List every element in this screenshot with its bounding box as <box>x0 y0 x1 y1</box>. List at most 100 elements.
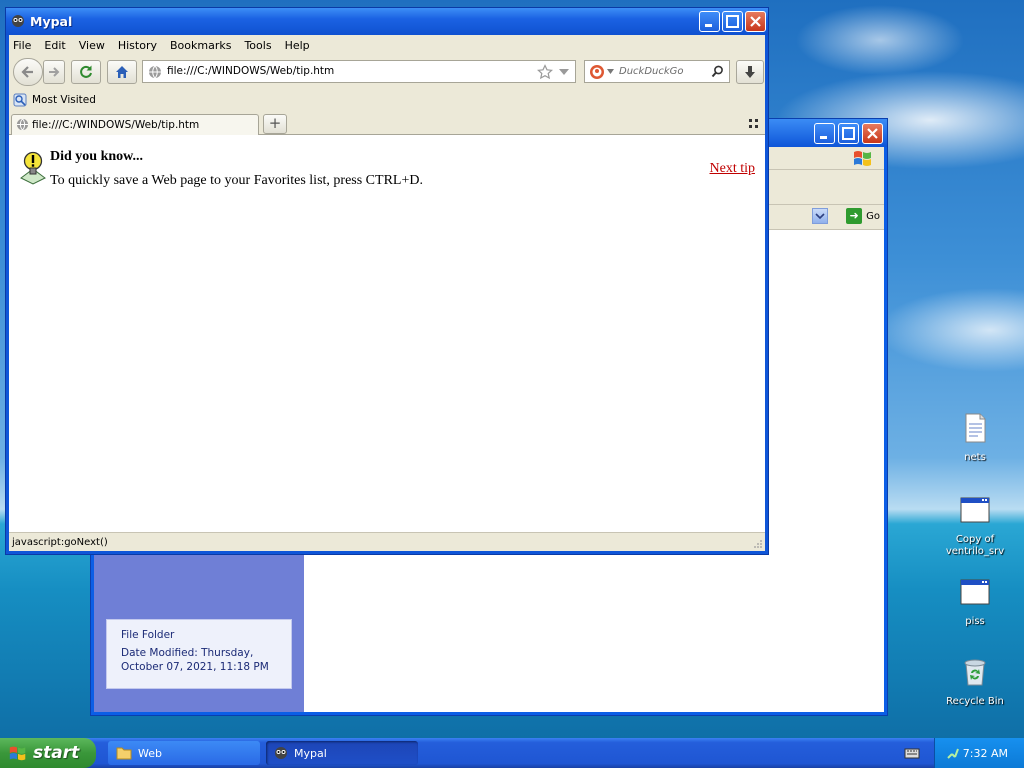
start-label: start <box>33 743 80 763</box>
bookmark-star-icon[interactable] <box>537 64 553 80</box>
forward-button[interactable] <box>43 60 65 84</box>
clock[interactable]: 7:32 AM <box>963 747 1008 760</box>
navigation-toolbar: file:///C:/WINDOWS/Web/tip.htm DuckDuckG… <box>9 55 765 89</box>
resize-grip-icon[interactable] <box>753 539 763 549</box>
chevron-down-icon <box>815 213 825 220</box>
minimize-icon <box>705 24 712 27</box>
menu-help[interactable]: Help <box>285 39 310 52</box>
application-window-icon <box>960 497 990 523</box>
globe-icon <box>149 65 161 79</box>
menu-view[interactable]: View <box>79 39 105 52</box>
downloads-button[interactable] <box>736 60 764 84</box>
page-content: Did you know... To quickly save a Web pa… <box>9 135 765 533</box>
url-dropdown-icon[interactable] <box>558 67 570 77</box>
search-bar[interactable]: DuckDuckGo <box>584 60 730 83</box>
desktop-icon-recycle-bin[interactable]: Recycle Bin <box>935 656 1015 708</box>
desktop-icon-label: Copy of ventrilo_srv <box>945 534 1005 557</box>
menu-bookmarks[interactable]: Bookmarks <box>170 39 231 52</box>
desktop-icon-ventrilo[interactable]: Copy of ventrilo_srv <box>935 494 1015 558</box>
desktop-icon-label: nets <box>964 452 986 463</box>
tab-tip[interactable]: file:///C:/WINDOWS/Web/tip.htm <box>11 114 259 135</box>
url-text: file:///C:/WINDOWS/Web/tip.htm <box>167 65 335 77</box>
windows-flag-icon <box>9 746 26 761</box>
mypal-app-icon <box>12 15 24 27</box>
bookmarks-toolbar: Most Visited <box>9 89 765 111</box>
most-visited-icon <box>13 93 27 107</box>
tip-heading: Did you know... <box>50 149 143 164</box>
taskbar-button-mypal[interactable]: Mypal <box>266 741 418 765</box>
taskbar-button-web[interactable]: Web <box>108 741 260 765</box>
search-icon[interactable] <box>711 65 724 78</box>
reload-icon <box>80 65 92 78</box>
tip-text: To quickly save a Web page to your Favor… <box>50 173 423 188</box>
mypal-browser-window[interactable]: Mypal File Edit View History Bookmarks T… <box>5 7 769 555</box>
menu-file[interactable]: File <box>13 39 31 52</box>
desktop-icon-label: Recycle Bin <box>946 696 1004 707</box>
taskbar: start Web Mypal 7:32 AM <box>0 738 1024 768</box>
search-engine-dropdown-icon <box>607 69 614 74</box>
home-icon <box>116 66 128 78</box>
desktop: nets Copy of ventrilo_srv piss Recycle B… <box>0 0 1024 738</box>
details-panel: File Folder Date Modified: Thursday, Oct… <box>106 619 292 689</box>
keyboard-icon[interactable] <box>904 746 920 760</box>
system-tray: 7:32 AM <box>934 738 1024 768</box>
go-button[interactable]: ➜ Go <box>846 207 880 225</box>
globe-icon <box>16 118 29 131</box>
mypal-app-icon <box>275 747 287 759</box>
details-date-modified: Date Modified: Thursday, October 07, 202… <box>121 647 269 673</box>
search-placeholder: DuckDuckGo <box>619 66 684 77</box>
tab-strip: file:///C:/WINDOWS/Web/tip.htm + <box>9 111 765 135</box>
maximize-icon <box>726 15 739 28</box>
application-window-icon <box>960 579 990 605</box>
taskbar-button-label: Mypal <box>294 746 327 760</box>
address-dropdown-button[interactable] <box>812 208 828 224</box>
reload-button[interactable] <box>71 60 101 84</box>
folder-icon <box>116 747 132 760</box>
next-tip-link[interactable]: Next tip <box>710 161 756 177</box>
home-button[interactable] <box>107 60 137 84</box>
explorer-maximize-button[interactable] <box>838 123 859 144</box>
network-tray-icon[interactable] <box>945 745 961 761</box>
new-tab-button[interactable]: + <box>263 114 287 134</box>
text-file-icon <box>965 413 986 443</box>
browser-menubar: File Edit View History Bookmarks Tools H… <box>9 35 765 55</box>
window-title: Mypal <box>30 14 73 29</box>
menu-tools[interactable]: Tools <box>244 39 271 52</box>
desktop-icon-piss[interactable]: piss <box>935 576 1015 628</box>
duckduckgo-icon[interactable] <box>589 64 605 80</box>
minimize-button[interactable] <box>699 11 720 32</box>
windows-flag-icon <box>854 151 871 166</box>
close-icon <box>750 16 761 27</box>
most-visited-link[interactable]: Most Visited <box>32 94 96 106</box>
go-label: Go <box>866 210 880 222</box>
desktop-icon-nets[interactable]: nets <box>935 412 1015 464</box>
recycle-bin-icon <box>964 659 986 686</box>
maximize-button[interactable] <box>722 11 743 32</box>
minimize-icon <box>820 136 827 139</box>
tab-groups-icon[interactable] <box>749 119 759 129</box>
download-arrow-icon <box>745 66 755 78</box>
status-text: javascript:goNext() <box>12 536 108 548</box>
menu-history[interactable]: History <box>118 39 157 52</box>
close-button[interactable] <box>745 11 766 32</box>
explorer-minimize-button[interactable] <box>814 123 835 144</box>
browser-titlebar[interactable]: Mypal <box>6 8 768 35</box>
browser-frame: File Edit View History Bookmarks Tools H… <box>9 35 765 551</box>
tip-lightbulb-icon <box>20 151 46 185</box>
back-arrow-icon <box>21 66 33 78</box>
close-icon <box>867 128 878 139</box>
url-bar[interactable]: file:///C:/WINDOWS/Web/tip.htm <box>142 60 576 83</box>
tab-label: file:///C:/WINDOWS/Web/tip.htm <box>32 119 200 131</box>
desktop-icon-label: piss <box>965 616 985 627</box>
maximize-icon <box>842 127 855 140</box>
go-arrow-icon: ➜ <box>846 208 863 224</box>
back-button[interactable] <box>13 58 43 86</box>
plus-icon: + <box>268 114 282 132</box>
status-bar: javascript:goNext() <box>9 532 765 551</box>
menu-edit[interactable]: Edit <box>44 39 65 52</box>
taskbar-button-label: Web <box>138 746 162 760</box>
start-button[interactable]: start <box>0 738 96 768</box>
forward-arrow-icon <box>49 67 60 77</box>
details-type: File Folder <box>121 629 175 641</box>
explorer-close-button[interactable] <box>862 123 883 144</box>
